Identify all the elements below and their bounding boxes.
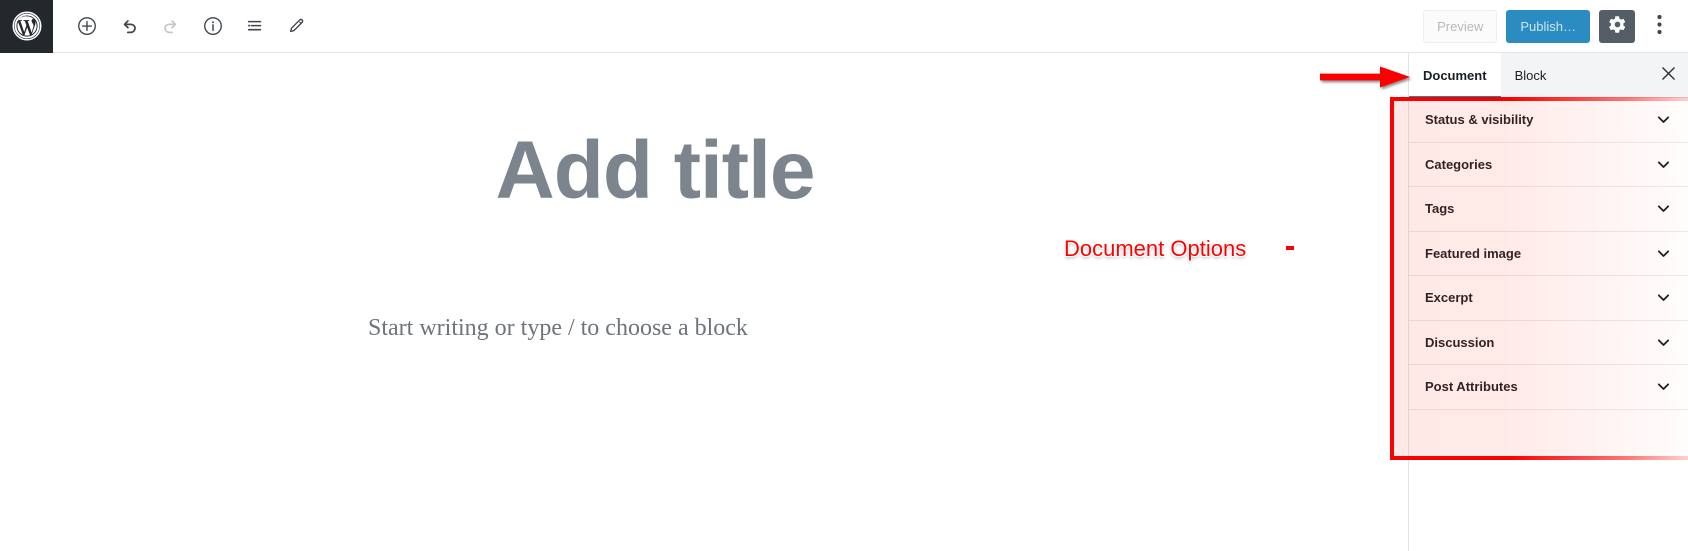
chevron-down-icon	[1655, 156, 1672, 173]
wordpress-logo-icon[interactable]	[0, 0, 53, 53]
editor-canvas: Add title Start writing or type / to cho…	[0, 53, 1408, 551]
settings-gear-button[interactable]	[1599, 9, 1635, 43]
publish-button[interactable]: Publish…	[1506, 9, 1590, 43]
info-circle-button[interactable]	[195, 8, 231, 44]
close-icon	[1661, 66, 1676, 84]
undo-button[interactable]	[111, 8, 147, 44]
kebab-menu-icon	[1656, 14, 1662, 38]
post-body-placeholder[interactable]: Start writing or type / to choose a bloc…	[368, 315, 748, 342]
sidebar-tab-bar: Document Block	[1409, 53, 1688, 99]
top-toolbar: Preview Publish…	[0, 0, 1688, 53]
panel-title: Tags	[1425, 201, 1455, 217]
settings-sidebar: Document Block Status & visibility Categ…	[1408, 53, 1688, 551]
editor-tools-group	[69, 8, 315, 44]
panel-discussion[interactable]: Discussion	[1409, 321, 1688, 365]
panel-title: Discussion	[1425, 334, 1495, 350]
list-view-button[interactable]	[237, 8, 273, 44]
panel-title: Categories	[1425, 156, 1493, 172]
pencil-edit-button[interactable]	[279, 8, 315, 44]
chevron-down-icon	[1655, 289, 1672, 306]
preview-button[interactable]: Preview	[1423, 9, 1498, 43]
panel-status-visibility[interactable]: Status & visibility	[1409, 98, 1688, 143]
redo-button[interactable]	[153, 8, 189, 44]
chevron-down-icon	[1655, 334, 1672, 351]
chevron-down-icon	[1655, 111, 1672, 128]
add-block-button[interactable]	[69, 8, 105, 44]
tab-block[interactable]: Block	[1501, 53, 1561, 98]
close-sidebar-button[interactable]	[1648, 53, 1688, 98]
top-right-actions: Preview Publish…	[1423, 9, 1688, 43]
panel-title: Post Attributes	[1425, 379, 1518, 395]
post-title-input[interactable]: Add title	[0, 127, 1310, 214]
panel-title: Featured image	[1425, 245, 1522, 261]
panel-title: Status & visibility	[1425, 112, 1534, 128]
panel-post-attributes[interactable]: Post Attributes	[1409, 365, 1688, 410]
panel-categories[interactable]: Categories	[1409, 143, 1688, 187]
gear-icon	[1608, 15, 1627, 37]
chevron-down-icon	[1655, 200, 1672, 217]
panel-title: Excerpt	[1425, 290, 1473, 306]
chevron-down-icon	[1655, 378, 1672, 395]
panel-excerpt[interactable]: Excerpt	[1409, 276, 1688, 321]
panel-tags[interactable]: Tags	[1409, 187, 1688, 232]
more-options-button[interactable]	[1644, 10, 1674, 43]
document-panels-list: Status & visibility Categories Tags Feat…	[1409, 98, 1688, 410]
panel-featured-image[interactable]: Featured image	[1409, 232, 1688, 276]
editor-window: Preview Publish… Add title Start writing…	[0, 0, 1688, 551]
tab-document[interactable]: Document	[1409, 53, 1501, 99]
chevron-down-icon	[1655, 245, 1672, 262]
